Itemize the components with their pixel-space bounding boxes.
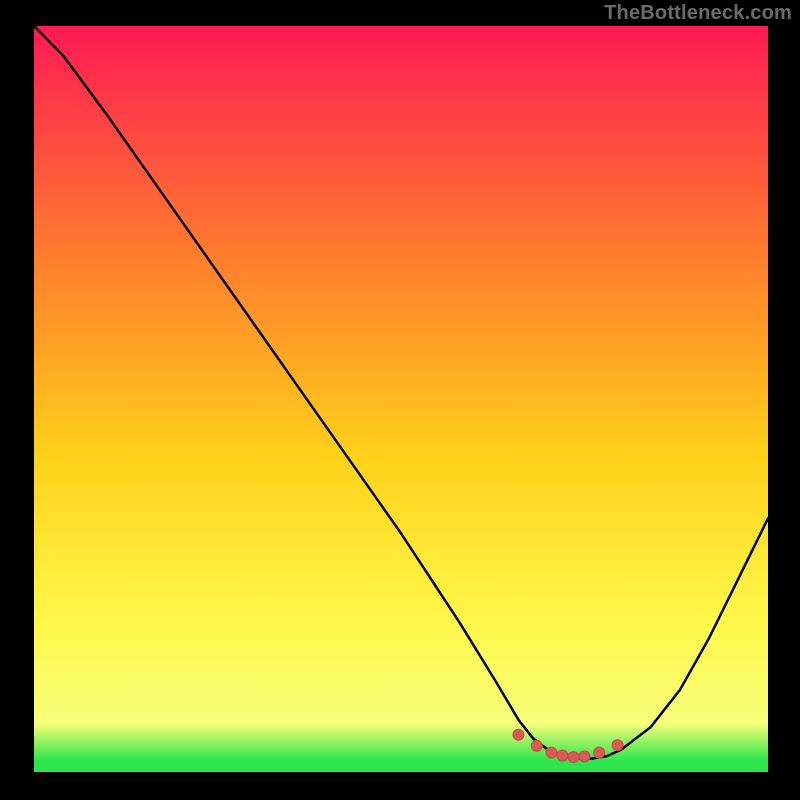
- gradient-background: [34, 26, 768, 772]
- optimal-dot: [568, 752, 579, 763]
- optimal-dot: [594, 747, 605, 758]
- plot-area: [34, 26, 768, 772]
- plot-svg: [34, 26, 768, 772]
- optimal-dot: [531, 740, 542, 751]
- chart-stage: TheBottleneck.com: [0, 0, 800, 800]
- optimal-dot: [579, 751, 590, 762]
- optimal-dot: [513, 729, 524, 740]
- optimal-dot: [612, 740, 623, 751]
- optimal-dot: [557, 750, 568, 761]
- optimal-dot: [546, 747, 557, 758]
- watermark-label: TheBottleneck.com: [604, 2, 792, 25]
